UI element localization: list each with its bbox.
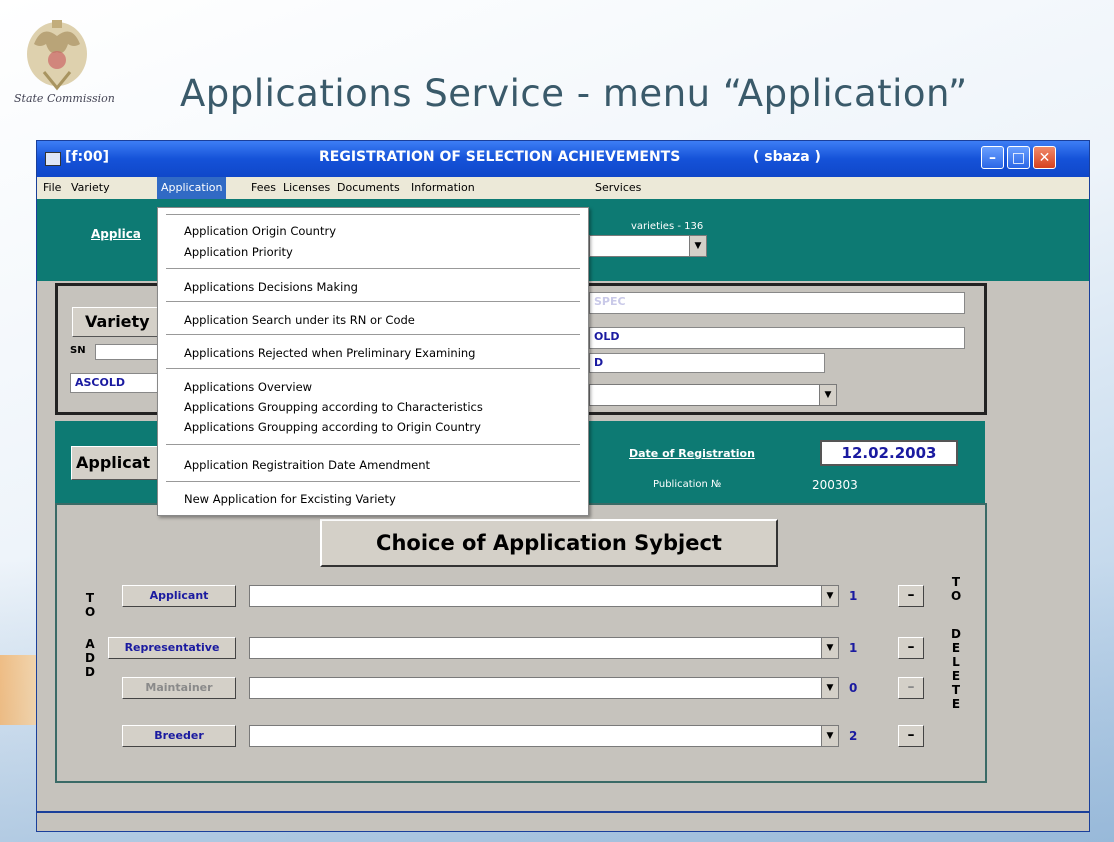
maintainer-count: 0 [849,681,858,695]
application-button[interactable]: Applicat [71,446,171,480]
menu-item-new-application-existing-variety[interactable]: New Application for Excisting Variety [184,492,396,506]
application-menu-dropdown: Application Origin Country Application P… [157,207,589,516]
close-icon: ✕ [1038,149,1051,166]
chevron-down-icon[interactable]: ▼ [821,678,838,698]
minimize-button[interactable]: – [981,146,1004,169]
slide-title: Applications Service - menu “Application… [180,72,968,115]
varieties-count: varieties - 136 [631,221,704,232]
to-add-label: TO ADD [85,591,96,679]
representative-button[interactable]: Representative [108,637,236,659]
species-select[interactable]: ▼ [589,384,837,406]
menu-item-groupping-origin-country[interactable]: Applications Groupping according to Orig… [184,420,481,434]
applicant-button[interactable]: Applicant [122,585,236,607]
remove-representative-button[interactable]: – [898,637,924,659]
title-bar[interactable]: [f:00] REGISTRATION OF SELECTION ACHIEVE… [37,141,1089,177]
sn-label: SN [70,345,86,356]
minimize-icon: – [989,149,996,166]
representative-count: 1 [849,641,858,655]
date-of-registration-field[interactable]: 12.02.2003 [820,440,958,466]
menu-item-priority[interactable]: Application Priority [184,245,293,259]
menu-item-origin-country[interactable]: Application Origin Country [184,224,336,238]
menu-separator [166,444,580,446]
maximize-icon: □ [1011,149,1026,166]
crest-caption: State Commission [14,92,115,105]
window-bottom-border [37,811,1089,813]
chevron-down-icon[interactable]: ▼ [821,638,838,658]
chevron-down-icon[interactable]: ▼ [819,385,836,405]
menu-fees[interactable]: Fees [251,181,276,194]
publication-number: 200303 [812,478,858,492]
chevron-down-icon[interactable]: ▼ [689,236,706,256]
maintainer-select[interactable]: ▼ [249,677,839,699]
breeder-select[interactable]: ▼ [249,725,839,747]
menu-licenses[interactable]: Licenses [283,181,330,194]
window-code: [f:00] [65,149,109,165]
maximize-button[interactable]: □ [1007,146,1030,169]
code-field[interactable]: D [589,353,825,373]
name-field[interactable]: OLD [589,327,965,349]
remove-breeder-button[interactable]: – [898,725,924,747]
chevron-down-icon[interactable]: ▼ [821,586,838,606]
representative-select[interactable]: ▼ [249,637,839,659]
menu-services[interactable]: Services [595,181,641,194]
menu-separator [166,268,580,270]
menu-documents[interactable]: Documents [337,181,400,194]
menu-item-groupping-characteristics[interactable]: Applications Groupping according to Char… [184,400,483,414]
menu-item-overview[interactable]: Applications Overview [184,380,312,394]
close-button[interactable]: ✕ [1033,146,1056,169]
menu-variety[interactable]: Variety [71,181,110,194]
remove-applicant-button[interactable]: – [898,585,924,607]
remove-maintainer-button[interactable]: – [898,677,924,699]
maintainer-button[interactable]: Maintainer [122,677,236,699]
menu-information[interactable]: Information [411,181,475,194]
menu-separator [166,368,580,370]
menu-separator [166,481,580,483]
window-app-icon[interactable] [45,152,61,166]
publication-label: Publication № [653,479,722,490]
applicant-link[interactable]: Applica [91,227,141,241]
choice-title: Choice of Application Sybject [320,519,778,567]
coat-of-arms-icon [27,20,87,91]
menu-application[interactable]: Application [157,177,227,199]
ascold-field[interactable]: ASCOLD [70,373,160,393]
menu-separator [166,214,580,216]
applicant-select[interactable]: ▼ [249,585,839,607]
menu-item-search-rn-code[interactable]: Application Search under its RN or Code [184,313,415,327]
breeder-button[interactable]: Breeder [122,725,236,747]
menu-item-decisions-making[interactable]: Applications Decisions Making [184,280,358,294]
database-name: ( sbaza ) [753,149,821,165]
menu-item-registration-date-amendment[interactable]: Application Registraition Date Amendment [184,458,430,472]
menu-item-rejected-preliminary[interactable]: Applications Rejected when Preliminary E… [184,346,475,360]
date-of-registration-link[interactable]: Date of Registration [629,447,755,460]
to-delete-label: TO DELETE [951,575,962,711]
menu-separator [166,301,580,303]
spec-field[interactable]: SPEC [589,292,965,314]
variety-select[interactable]: ▼ [589,235,707,257]
chevron-down-icon[interactable]: ▼ [821,726,838,746]
applicant-count: 1 [849,589,858,603]
menu-separator [166,334,580,336]
window-title: REGISTRATION OF SELECTION ACHIEVEMENTS [319,149,681,165]
breeder-count: 2 [849,729,858,743]
menu-file[interactable]: File [43,181,61,194]
menu-bar: File Variety Application Fees Licenses D… [37,177,1089,199]
